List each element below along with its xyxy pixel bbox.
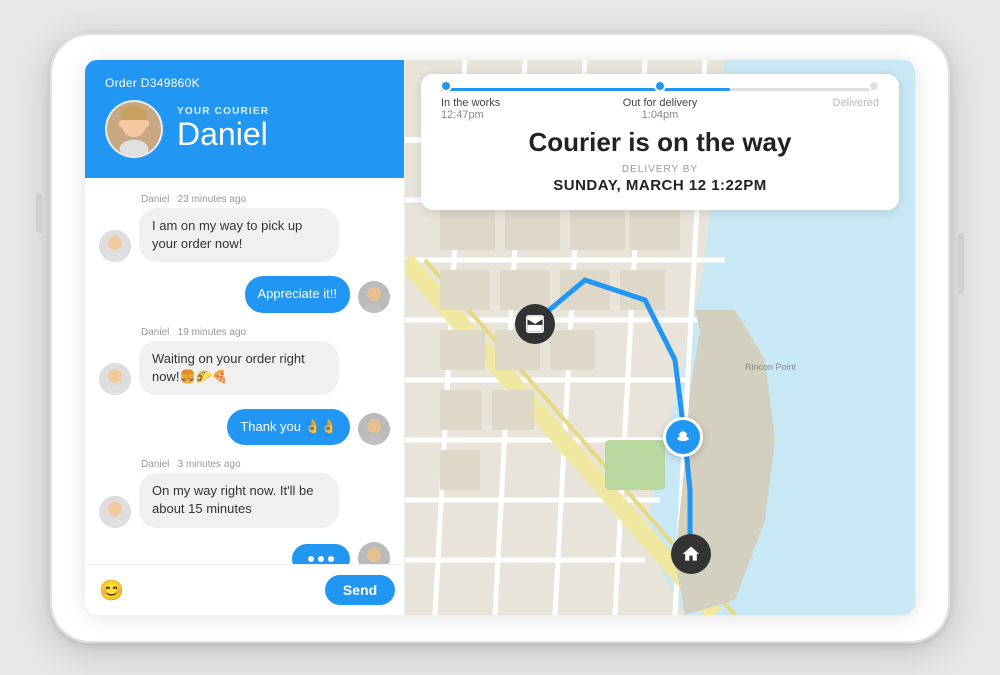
step2-label: Out for delivery xyxy=(587,97,733,109)
message-row: Daniel 23 minutes ago I am on my way to … xyxy=(99,194,390,262)
msg-avatar-outgoing-2 xyxy=(358,413,390,445)
courier-marker xyxy=(663,417,703,457)
chat-input-area: 😊 Send xyxy=(85,564,404,615)
courier-avatar xyxy=(105,100,163,158)
delivery-time: SUNDAY, MARCH 12 1:22PM xyxy=(441,177,879,194)
step1-label: In the works xyxy=(441,97,587,109)
home-marker xyxy=(671,534,711,574)
msg-bubble: I am on my way to pick up your order now… xyxy=(139,208,339,262)
message-row-3: Daniel 3 minutes ago On my way right now… xyxy=(99,459,390,527)
message-row-outgoing-2: Thank you 👌👌 xyxy=(99,409,390,445)
msg-meta-2: Daniel 19 minutes ago xyxy=(139,327,339,338)
step3-label: Delivered xyxy=(733,97,879,109)
typing-dot-1 xyxy=(308,556,314,562)
msg-bubble-outgoing-2: Thank you 👌👌 xyxy=(227,409,350,445)
your-courier-label: YOUR COURIER xyxy=(177,106,269,117)
msg-content-outgoing-2: Thank you 👌👌 xyxy=(227,409,350,445)
msg-content-outgoing: Appreciate it!! xyxy=(245,276,351,312)
delivery-by-label: DELIVERY BY xyxy=(441,164,879,175)
msg-avatar-typing xyxy=(358,542,390,565)
typing-dot-2 xyxy=(318,556,324,562)
svg-text:Rincon Point: Rincon Point xyxy=(745,362,797,372)
typing-dot-3 xyxy=(328,556,334,562)
message-input[interactable] xyxy=(134,582,315,598)
status-card: In the works 12:47pm Out for delivery 1:… xyxy=(421,74,899,210)
msg-avatar-3 xyxy=(99,496,131,528)
msg-bubble-3: On my way right now. It'll be about 15 m… xyxy=(139,473,339,527)
chat-panel: Order D349860K xyxy=(85,60,405,615)
store-marker xyxy=(515,304,555,344)
chat-header: Order D349860K xyxy=(85,60,404,178)
store-icon xyxy=(515,304,555,344)
typing-bubble xyxy=(292,544,350,565)
courier-text-info: YOUR COURIER Daniel xyxy=(177,106,269,152)
chat-messages: Daniel 23 minutes ago I am on my way to … xyxy=(85,178,404,564)
map-panel: Rincon Point xyxy=(405,60,915,615)
order-id: Order D349860K xyxy=(105,76,384,90)
msg-avatar-2 xyxy=(99,363,131,395)
app-container: Order D349860K xyxy=(85,60,915,615)
msg-content: Daniel 23 minutes ago I am on my way to … xyxy=(139,194,339,262)
msg-avatar-outgoing xyxy=(358,281,390,313)
msg-avatar xyxy=(99,230,131,262)
device-frame: Order D349860K xyxy=(50,33,950,643)
emoji-button[interactable]: 😊 xyxy=(99,578,124,603)
msg-content-2: Daniel 19 minutes ago Waiting on your or… xyxy=(139,327,339,395)
main-status: Courier is on the way xyxy=(441,127,879,158)
courier-icon xyxy=(663,417,703,457)
step1-time: 12:47pm xyxy=(441,109,587,121)
courier-name: Daniel xyxy=(177,117,269,152)
message-row-2: Daniel 19 minutes ago Waiting on your or… xyxy=(99,327,390,395)
courier-info: YOUR COURIER Daniel xyxy=(105,100,384,158)
send-button[interactable]: Send xyxy=(325,575,395,605)
msg-meta: Daniel 23 minutes ago xyxy=(139,194,339,205)
typing-row xyxy=(99,542,390,565)
home-icon xyxy=(671,534,711,574)
msg-bubble-2: Waiting on your order right now!🍔🌮🍕 xyxy=(139,341,339,395)
message-row-outgoing: Appreciate it!! xyxy=(99,276,390,312)
step2-time: 1:04pm xyxy=(587,109,733,121)
msg-meta-3: Daniel 3 minutes ago xyxy=(139,459,339,470)
msg-bubble-outgoing: Appreciate it!! xyxy=(245,276,351,312)
msg-content-3: Daniel 3 minutes ago On my way right now… xyxy=(139,459,339,527)
